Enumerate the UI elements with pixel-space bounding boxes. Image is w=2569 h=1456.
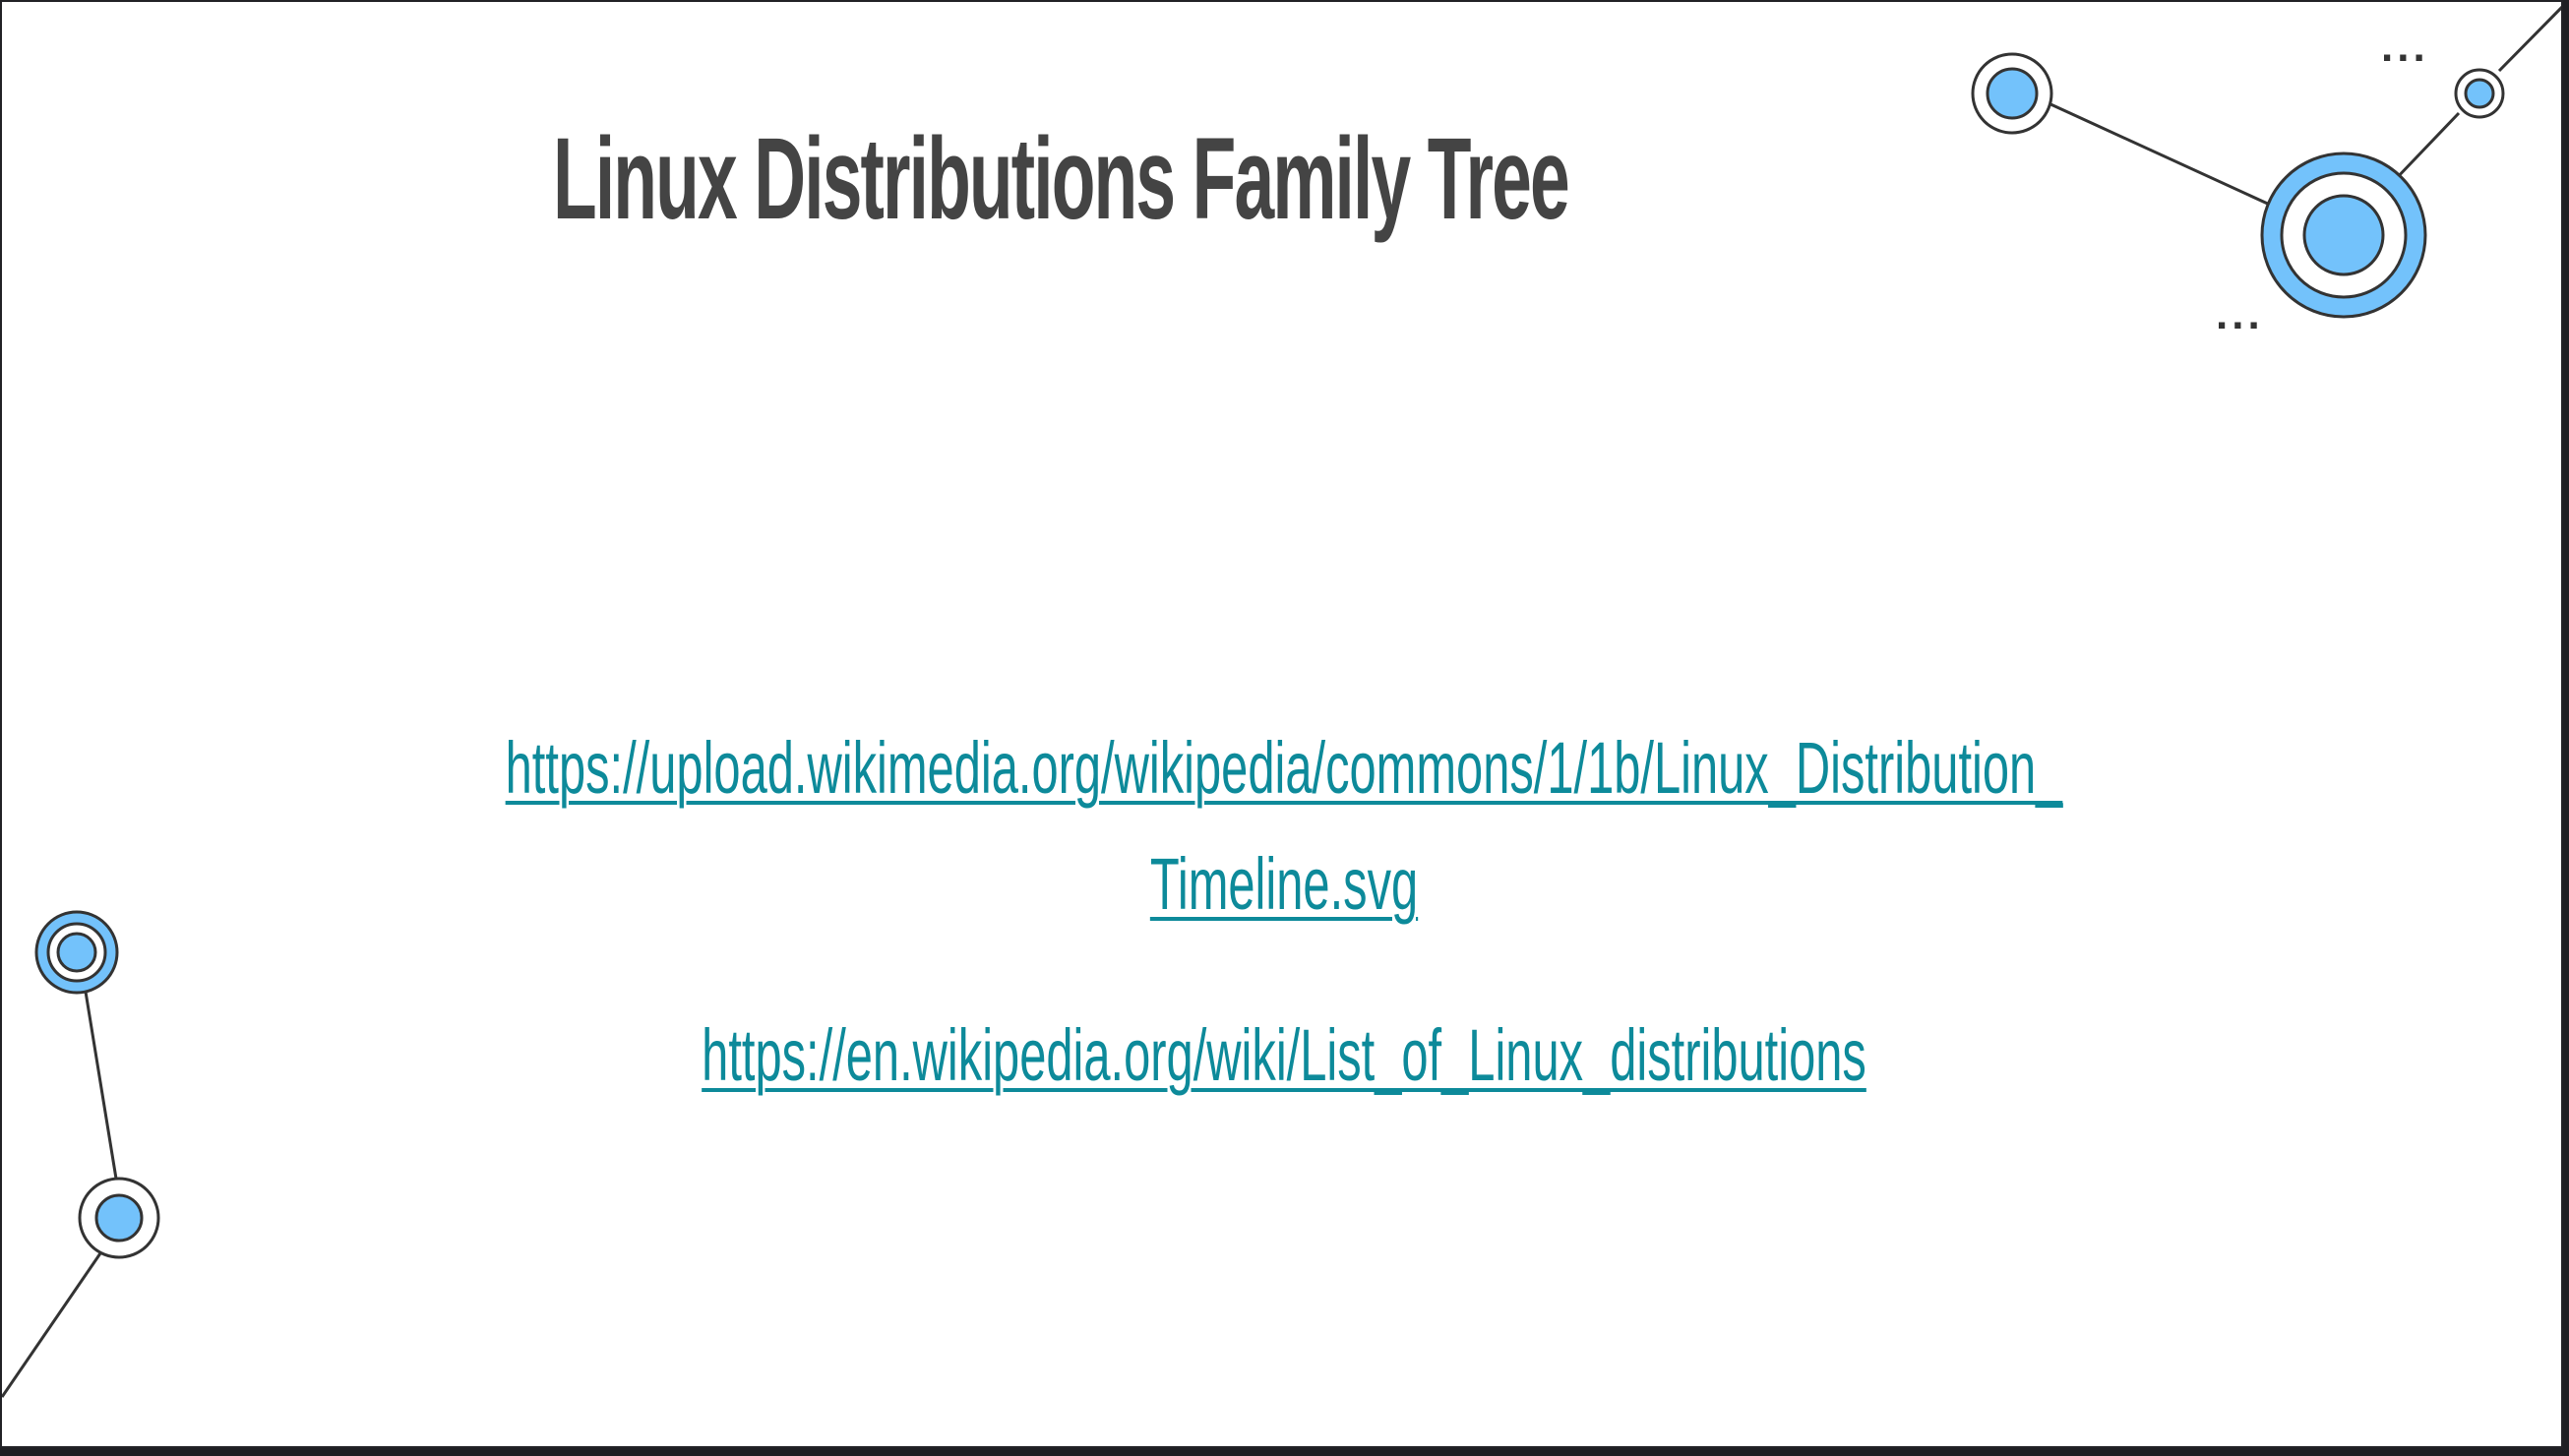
- slide-title: Linux Distributions Family Tree: [553, 114, 1570, 244]
- ellipsis-bottom: ...: [2216, 290, 2264, 338]
- connector-line: [2, 1252, 102, 1398]
- ellipsis-top: ...: [2381, 23, 2429, 71]
- link-line-1: https://upload.wikimedia.org/wikipedia/c…: [505, 727, 2063, 809]
- wikipedia-list-link[interactable]: https://en.wikipedia.org/wiki/List_of_Li…: [245, 998, 2323, 1114]
- connector-line: [2391, 111, 2461, 184]
- link-line-2: Timeline.svg: [1149, 843, 1419, 925]
- links-section: https://upload.wikimedia.org/wikipedia/c…: [2, 710, 2561, 1114]
- network-node-icon: [2260, 152, 2427, 319]
- wikimedia-timeline-link[interactable]: https://upload.wikimedia.org/wikipedia/c…: [245, 710, 2323, 942]
- network-node-icon: [2454, 68, 2505, 119]
- link-wrapper: https://upload.wikimedia.org/wikipedia/c…: [245, 710, 2323, 1114]
- network-node-icon: [1971, 52, 2053, 135]
- link-text: https://en.wikipedia.org/wiki/List_of_Li…: [702, 1014, 1866, 1096]
- slide: ... ... Linux Distributions Family Tree …: [0, 0, 2563, 1448]
- connector-line: [2048, 101, 2284, 212]
- connector-line: [2497, 5, 2561, 73]
- network-node-icon: [78, 1177, 160, 1259]
